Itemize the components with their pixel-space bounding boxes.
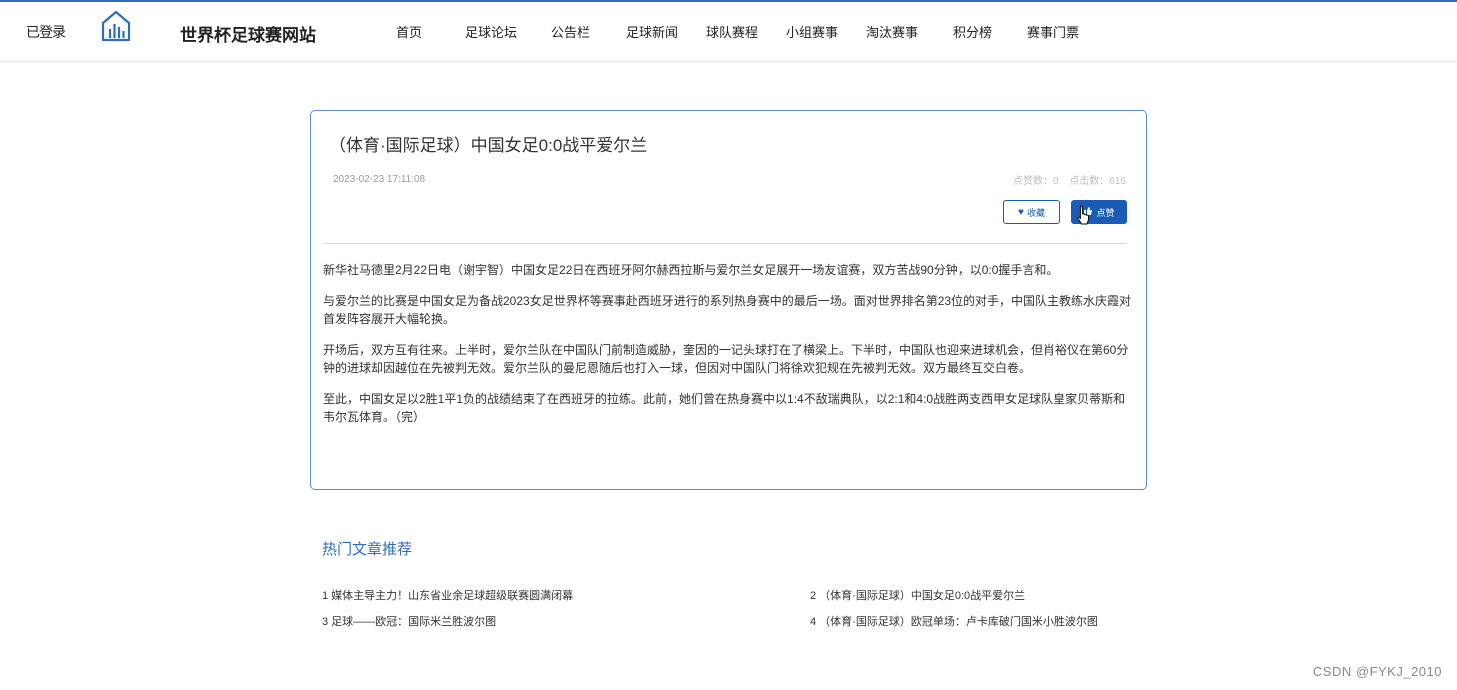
mouse-pointer-icon — [1077, 205, 1090, 225]
nav-item-home[interactable]: 首页 — [396, 22, 422, 41]
nav-item-standings[interactable]: 积分榜 — [953, 22, 992, 41]
site-header: 已登录 世界杯足球赛网站 首页 足球论坛 公告栏 足球新闻 球队赛程 小组赛事 … — [0, 2, 1457, 62]
hot-article-link[interactable]: 4 （体育·国际足球）欧冠单场：卢卡库破门国米小胜波尔图 — [810, 613, 1098, 629]
article-paragraph: 与爱尔兰的比赛是中国女足为备战2023女足世界杯等赛事赴西班牙进行的系列热身赛中… — [323, 294, 1132, 326]
article-stats: 点赞数：0 点击数：616 — [1005, 172, 1126, 187]
hot-article-link[interactable]: 3 足球——欧冠：国际米兰胜波尔图 — [322, 613, 496, 629]
article-date: 2023-02-23 17:11:08 — [333, 174, 426, 185]
hot-articles-title: 热门文章推荐 — [322, 541, 413, 558]
click-count: 点击数：616 — [1069, 176, 1126, 187]
favorite-label: 收藏 — [1026, 207, 1045, 218]
nav-item-knockout[interactable]: 淘汰赛事 — [866, 22, 918, 41]
divider — [323, 243, 1127, 244]
nav-item-forum[interactable]: 足球论坛 — [465, 22, 517, 41]
site-title[interactable]: 世界杯足球赛网站 — [180, 21, 316, 46]
nav-item-schedule[interactable]: 球队赛程 — [706, 22, 758, 41]
heart-icon: ♥ — [1018, 206, 1024, 218]
article-paragraph: 新华社马德里2月22日电（谢宇智）中国女足22日在西班牙阿尔赫西拉斯与爱尔兰女足… — [323, 263, 1059, 277]
article-paragraph: 开场后，双方互有往来。上半时，爱尔兰队在中国队门前制造威胁，奎因的一记头球打在了… — [323, 343, 1129, 375]
nav-item-group-stage[interactable]: 小组赛事 — [786, 22, 838, 41]
article-title: （体育·国际足球）中国女足0:0战平爱尔兰 — [329, 136, 648, 155]
article-card: （体育·国际足球）中国女足0:0战平爱尔兰 2023-02-23 17:11:0… — [310, 110, 1147, 490]
login-status[interactable]: 已登录 — [26, 22, 66, 42]
nav-item-bulletin[interactable]: 公告栏 — [551, 22, 590, 41]
nav-item-news[interactable]: 足球新闻 — [626, 22, 678, 41]
hot-article-link[interactable]: 2 （体育·国际足球）中国女足0:0战平爱尔兰 — [810, 587, 1025, 603]
article-paragraph: 至此，中国女足以2胜1平1负的战绩结束了在西班牙的拉练。此前，她们曾在热身赛中以… — [323, 392, 1126, 424]
bar-chart-house-icon[interactable] — [100, 9, 132, 43]
like-label: 点赞 — [1096, 207, 1115, 218]
like-count: 点赞数：0 — [1012, 176, 1059, 187]
hot-article-link[interactable]: 1 媒体主导主力！山东省业余足球超级联赛圆满闭幕 — [322, 587, 573, 603]
nav-item-tickets[interactable]: 赛事门票 — [1027, 22, 1079, 41]
favorite-button[interactable]: ♥ 收藏 — [1003, 200, 1060, 224]
article-body: 新华社马德里2月22日电（谢宇智）中国女足22日在西班牙阿尔赫西拉斯与爱尔兰女足… — [323, 261, 1135, 439]
watermark: CSDN @FYKJ_2010 — [1312, 664, 1442, 679]
